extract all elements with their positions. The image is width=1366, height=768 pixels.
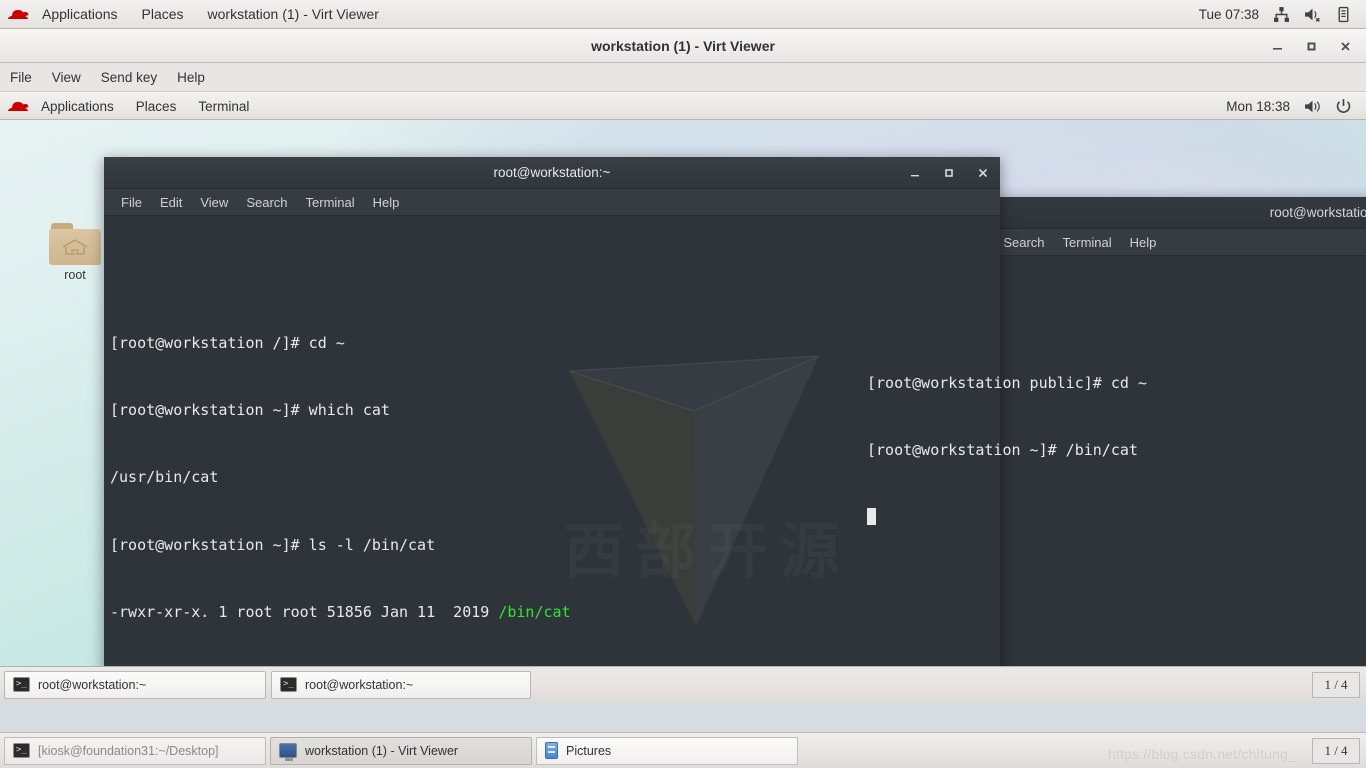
host-clock: Tue 07:38 (1199, 7, 1259, 22)
guest-top-panel: Applications Places Terminal Mon 18:38 (0, 93, 1366, 120)
desktop-icon-label: root (44, 268, 106, 282)
host-taskbar-label: workstation (1) - Virt Viewer (305, 744, 458, 758)
vv-menu-send-key[interactable]: Send key (91, 63, 167, 92)
terminal1-menubar: File Edit View Search Terminal Help (104, 189, 1000, 216)
network-icon[interactable] (1273, 6, 1290, 23)
battery-icon[interactable] (1335, 6, 1352, 23)
terminal1-maximize-button[interactable] (932, 157, 966, 189)
terminal1-close-button[interactable] (966, 157, 1000, 189)
guest-desktop: Applications Places Terminal Mon 18:38 (0, 93, 1366, 702)
power-icon[interactable] (1335, 98, 1352, 115)
terminal2-title: root@workstation (1270, 205, 1366, 220)
t1-menu-search[interactable]: Search (237, 189, 296, 216)
guest-taskbar: root@workstation:~ root@workstation:~ 1 … (0, 666, 1366, 702)
vv-menu-help[interactable]: Help (167, 63, 215, 92)
t2-menu-search[interactable]: Search (994, 229, 1053, 256)
virt-viewer-title: workstation (1) - Virt Viewer (591, 38, 775, 54)
vv-menu-view[interactable]: View (42, 63, 91, 92)
host-menu-applications[interactable]: Applications (30, 0, 130, 29)
host-taskbar-label: [kiosk@foundation31:~/Desktop] (38, 744, 219, 758)
monitor-icon (279, 743, 297, 758)
host-workspace-pager[interactable]: 1 / 4 (1312, 738, 1360, 764)
terminal1-line: [root@workstation /]# cd ~ (110, 332, 994, 354)
minimize-button[interactable] (1260, 29, 1294, 63)
guest-clock: Mon 18:38 (1226, 99, 1290, 114)
host-taskbar-label: Pictures (566, 744, 611, 758)
terminal1-line: /usr/bin/cat (110, 466, 994, 488)
virt-viewer-window-controls (1260, 29, 1362, 63)
terminal1-output[interactable]: 西部开源 [root@workstation /]# cd ~ [root@wo… (104, 216, 1000, 702)
guest-workspace-pager[interactable]: 1 / 4 (1312, 672, 1360, 698)
guest-taskbar-label: root@workstation:~ (38, 678, 146, 692)
terminal-icon (13, 743, 30, 758)
t1-menu-view[interactable]: View (191, 189, 237, 216)
desktop-icon-root[interactable]: root (44, 223, 106, 282)
terminal1-path-highlight: /bin/cat (498, 603, 570, 621)
host-taskbar-item-virt-viewer[interactable]: workstation (1) - Virt Viewer (270, 737, 532, 765)
virt-viewer-menubar: File View Send key Help (0, 63, 1366, 92)
host-taskbar-item-kiosk-terminal[interactable]: [kiosk@foundation31:~/Desktop] (4, 737, 266, 765)
terminal1-line: -rwxr-xr-x. 1 root root 51856 Jan 11 201… (110, 601, 994, 623)
t2-menu-terminal[interactable]: Terminal (1054, 229, 1121, 256)
guest-redhat-logo-icon (8, 99, 28, 113)
terminal1-minimize-button[interactable] (898, 157, 932, 189)
virt-viewer-titlebar[interactable]: workstation (1) - Virt Viewer (0, 29, 1366, 63)
host-taskbar: [kiosk@foundation31:~/Desktop] workstati… (0, 732, 1366, 768)
close-button[interactable] (1328, 29, 1362, 63)
vv-menu-file[interactable]: File (0, 63, 42, 92)
guest-menu-applications[interactable]: Applications (30, 93, 125, 120)
terminal1-window-controls (898, 157, 1000, 189)
host-menu-places[interactable]: Places (130, 0, 196, 29)
terminal-icon (280, 677, 297, 692)
volume-muted-icon[interactable] (1304, 6, 1321, 23)
redhat-logo-icon (8, 7, 28, 21)
terminal1-line: [root@workstation ~]# which cat (110, 399, 994, 421)
t2-menu-help[interactable]: Help (1121, 229, 1166, 256)
files-icon (545, 742, 558, 759)
home-folder-icon (49, 223, 101, 265)
guest-taskbar-label: root@workstation:~ (305, 678, 413, 692)
virt-viewer-window: workstation (1) - Virt Viewer File View … (0, 29, 1366, 702)
house-glyph-icon (62, 239, 88, 255)
host-top-panel: Applications Places workstation (1) - Vi… (0, 0, 1366, 29)
guest-tray: Mon 18:38 (1226, 98, 1366, 115)
host-window-title[interactable]: workstation (1) - Virt Viewer (196, 0, 391, 29)
terminal1-titlebar[interactable]: root@workstation:~ (104, 157, 1000, 189)
guest-menu-places[interactable]: Places (125, 93, 188, 120)
maximize-button[interactable] (1294, 29, 1328, 63)
t1-menu-terminal[interactable]: Terminal (297, 189, 364, 216)
t1-menu-file[interactable]: File (112, 189, 151, 216)
volume-icon[interactable] (1304, 98, 1321, 115)
guest-taskbar-item-terminal-2[interactable]: root@workstation:~ (271, 671, 531, 699)
guest-taskbar-item-terminal-1[interactable]: root@workstation:~ (4, 671, 266, 699)
guest-menu-terminal[interactable]: Terminal (187, 93, 260, 120)
t1-menu-help[interactable]: Help (364, 189, 409, 216)
terminal-icon (13, 677, 30, 692)
host-taskbar-item-pictures[interactable]: Pictures (536, 737, 798, 765)
host-tray: Tue 07:38 (1199, 6, 1366, 23)
terminal-window-1[interactable]: root@workstation:~ File Edit View (104, 157, 1000, 702)
t1-menu-edit[interactable]: Edit (151, 189, 191, 216)
terminal1-line: [root@workstation ~]# ls -l /bin/cat (110, 534, 994, 556)
terminal1-title: root@workstation:~ (494, 165, 611, 180)
